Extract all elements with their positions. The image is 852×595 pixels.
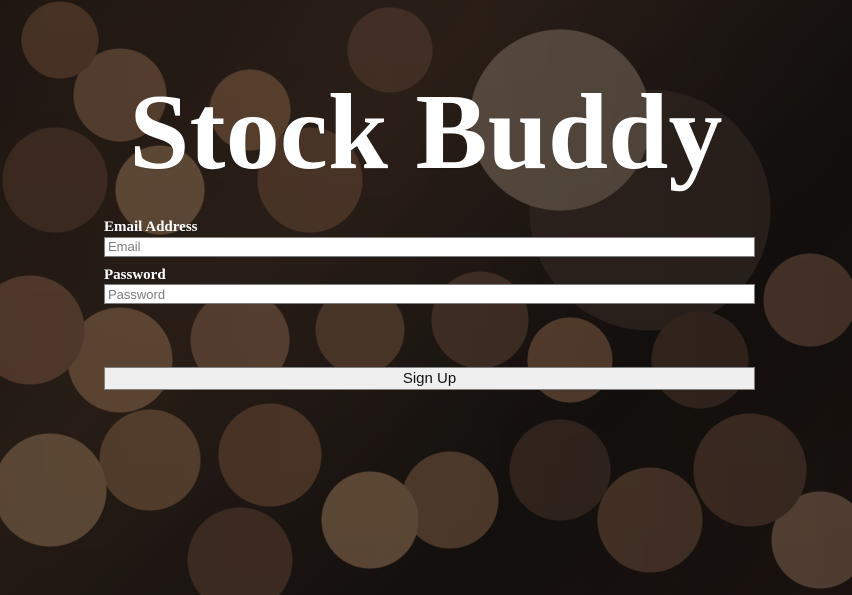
app-title: Stock Buddy <box>129 73 723 193</box>
signup-form: Email Address Password <box>104 219 755 314</box>
password-input[interactable] <box>104 284 755 304</box>
email-label: Email Address <box>104 219 198 235</box>
password-label: Password <box>104 266 166 283</box>
email-input[interactable] <box>104 236 755 257</box>
sign-up-button[interactable]: Sign Up <box>104 367 755 390</box>
